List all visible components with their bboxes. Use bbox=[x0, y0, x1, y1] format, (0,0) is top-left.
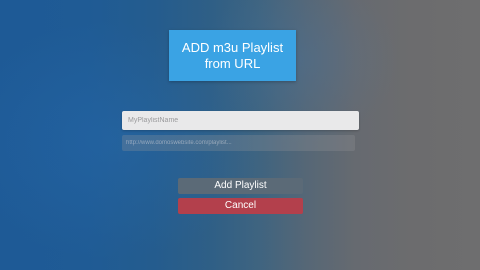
playlist-name-input[interactable] bbox=[122, 111, 359, 130]
dialog-title-tile: ADD m3u Playlist from URL bbox=[169, 30, 296, 81]
add-playlist-button[interactable]: Add Playlist bbox=[178, 178, 303, 194]
cancel-button[interactable]: Cancel bbox=[178, 198, 303, 214]
playlist-url-input[interactable] bbox=[122, 135, 355, 151]
dialog-title-line-2: from URL bbox=[204, 55, 261, 71]
dialog-title-line-1: ADD m3u Playlist bbox=[181, 39, 284, 55]
dialog-title: ADD m3u Playlist from URL bbox=[178, 40, 288, 72]
